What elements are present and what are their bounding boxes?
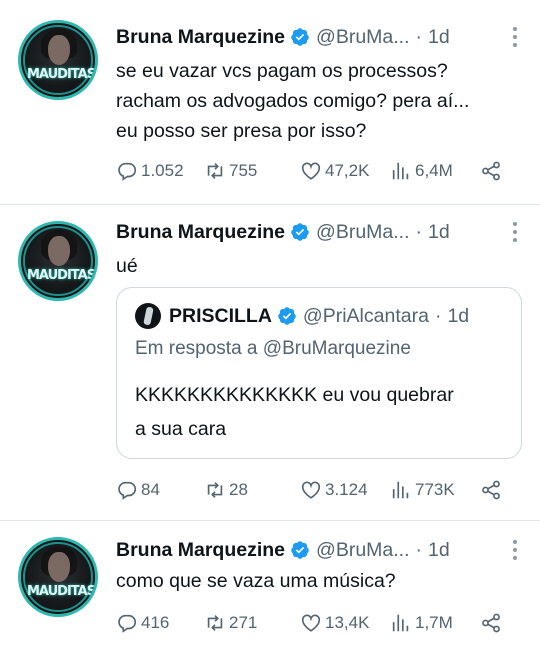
- tweet-actions: 416 271 13,4K 1,7M: [116, 611, 516, 635]
- avatar-figure: [143, 306, 154, 326]
- reply-context[interactable]: Em resposta a @BruMarquezine: [135, 338, 411, 360]
- separator-dot: ·: [415, 220, 423, 243]
- avatar-face: [48, 552, 70, 582]
- quoted-author-name[interactable]: PRISCILLA: [169, 305, 272, 328]
- quoted-tweet-text: KKKKKKKKKKKKKK eu vou quebrar a sua cara: [135, 378, 515, 446]
- avatar-logo-text: MAUDITAS: [27, 67, 96, 82]
- share-icon: [482, 161, 500, 181]
- avatar[interactable]: MAUDITAS: [18, 20, 98, 100]
- retweet-button[interactable]: 28: [204, 478, 248, 502]
- more-options-icon[interactable]: [512, 26, 518, 48]
- verified-badge-icon: [291, 223, 309, 241]
- retweet-count: 271: [229, 613, 258, 632]
- tweet-text-line: como que se vaza uma música?: [116, 570, 396, 592]
- author-handle[interactable]: @BruMa...: [316, 539, 409, 562]
- verified-badge-icon: [291, 28, 309, 46]
- reply-count: 416: [141, 613, 170, 632]
- separator-dot: ·: [434, 304, 442, 327]
- views-button[interactable]: 773K: [390, 478, 455, 502]
- views-count: 773K: [415, 480, 455, 499]
- share-button[interactable]: [480, 611, 505, 635]
- quoted-text-line: a sua cara: [135, 418, 227, 440]
- separator-dot: ·: [415, 538, 423, 561]
- reply-count: 1.052: [141, 161, 184, 180]
- tweet-header: Bruna Marquezine @BruMa... · 1d: [116, 536, 450, 564]
- views-count: 1,7M: [415, 613, 453, 632]
- quoted-tweet-time[interactable]: 1d: [447, 305, 469, 328]
- reply-icon: [118, 481, 137, 500]
- tweet-text: ué: [116, 251, 138, 281]
- views-bar-chart-icon: [392, 162, 409, 180]
- heart-icon: [301, 614, 321, 632]
- quoted-tweet[interactable]: PRISCILLA @PriAlcantara · 1d Em resposta…: [116, 287, 522, 459]
- author-name[interactable]: Bruna Marquezine: [116, 26, 285, 49]
- quoted-avatar[interactable]: [135, 303, 161, 329]
- quoted-text-line: KKKKKKKKKKKKKK eu vou quebrar: [135, 384, 454, 406]
- author-name[interactable]: Bruna Marquezine: [116, 539, 285, 562]
- retweet-icon: [207, 615, 223, 631]
- heart-icon: [301, 481, 321, 499]
- tweet-time[interactable]: 1d: [428, 26, 450, 49]
- quoted-author-handle[interactable]: @PriAlcantara: [303, 305, 429, 328]
- avatar[interactable]: MAUDITAS: [18, 537, 98, 617]
- tweet-actions: 84 28 3.124 773K: [116, 478, 516, 502]
- tweet-text: como que se vaza uma música?: [116, 566, 396, 596]
- avatar-logo-text: MAUDITAS: [27, 584, 96, 599]
- avatar-face: [48, 35, 70, 65]
- reply-button[interactable]: 1.052: [116, 159, 184, 183]
- tweet-actions: 1.052 755 47,2K 6,4M: [116, 159, 516, 183]
- reply-button[interactable]: 84: [116, 478, 160, 502]
- avatar-face: [48, 236, 70, 266]
- reply-button[interactable]: 416: [116, 611, 169, 635]
- views-button[interactable]: 6,4M: [390, 159, 453, 183]
- like-button[interactable]: 3.124: [300, 478, 368, 502]
- reply-icon: [118, 614, 137, 633]
- more-options-icon[interactable]: [512, 221, 518, 243]
- share-icon: [482, 480, 500, 500]
- like-button[interactable]: 47,2K: [300, 159, 369, 183]
- tweet-text-line: ué: [116, 255, 138, 277]
- retweet-icon: [207, 163, 223, 179]
- like-count: 47,2K: [325, 161, 370, 180]
- like-button[interactable]: 13,4K: [300, 611, 369, 635]
- heart-icon: [301, 162, 321, 180]
- share-button[interactable]: [480, 478, 505, 502]
- avatar-logo-text: MAUDITAS: [27, 268, 96, 283]
- retweet-button[interactable]: 271: [204, 611, 257, 635]
- views-bar-chart-icon: [392, 481, 409, 499]
- tweet-time[interactable]: 1d: [428, 221, 450, 244]
- like-count: 3.124: [325, 480, 368, 499]
- reply-icon: [118, 162, 137, 181]
- tweet-text-line: se eu vazar vcs pagam os processos?: [116, 60, 448, 82]
- tweet-text-line: eu posso ser presa por isso?: [116, 120, 367, 142]
- quoted-tweet-header: PRISCILLA @PriAlcantara · 1d: [135, 302, 469, 330]
- tweet[interactable]: MAUDITAS Bruna Marquezine @BruMa... · 1d…: [0, 521, 540, 650]
- reply-count: 84: [141, 480, 160, 499]
- avatar[interactable]: MAUDITAS: [18, 221, 98, 301]
- tweet[interactable]: MAUDITAS Bruna Marquezine @BruMa... · 1d…: [0, 205, 540, 521]
- verified-badge-icon: [278, 307, 296, 325]
- author-name[interactable]: Bruna Marquezine: [116, 221, 285, 244]
- verified-badge-icon: [291, 541, 309, 559]
- tweet-text: se eu vazar vcs pagam os processos? rach…: [116, 56, 469, 146]
- tweet-text-line: racham os advogados comigo? pera aí...: [116, 90, 470, 112]
- share-icon: [482, 613, 500, 633]
- views-bar-chart-icon: [392, 614, 409, 632]
- more-options-icon[interactable]: [512, 539, 518, 561]
- like-count: 13,4K: [325, 613, 370, 632]
- tweet[interactable]: MAUDITAS Bruna Marquezine @BruMa... · 1d…: [0, 0, 540, 205]
- views-button[interactable]: 1,7M: [390, 611, 453, 635]
- tweet-time[interactable]: 1d: [428, 539, 450, 562]
- author-handle[interactable]: @BruMa...: [316, 221, 409, 244]
- tweet-header: Bruna Marquezine @BruMa... · 1d: [116, 23, 450, 51]
- separator-dot: ·: [415, 25, 423, 48]
- retweet-button[interactable]: 755: [204, 159, 257, 183]
- share-button[interactable]: [480, 159, 505, 183]
- retweet-count: 28: [229, 480, 248, 499]
- retweet-icon: [207, 482, 223, 498]
- retweet-count: 755: [229, 161, 258, 180]
- author-handle[interactable]: @BruMa...: [316, 26, 409, 49]
- views-count: 6,4M: [415, 161, 453, 180]
- tweet-header: Bruna Marquezine @BruMa... · 1d: [116, 218, 450, 246]
